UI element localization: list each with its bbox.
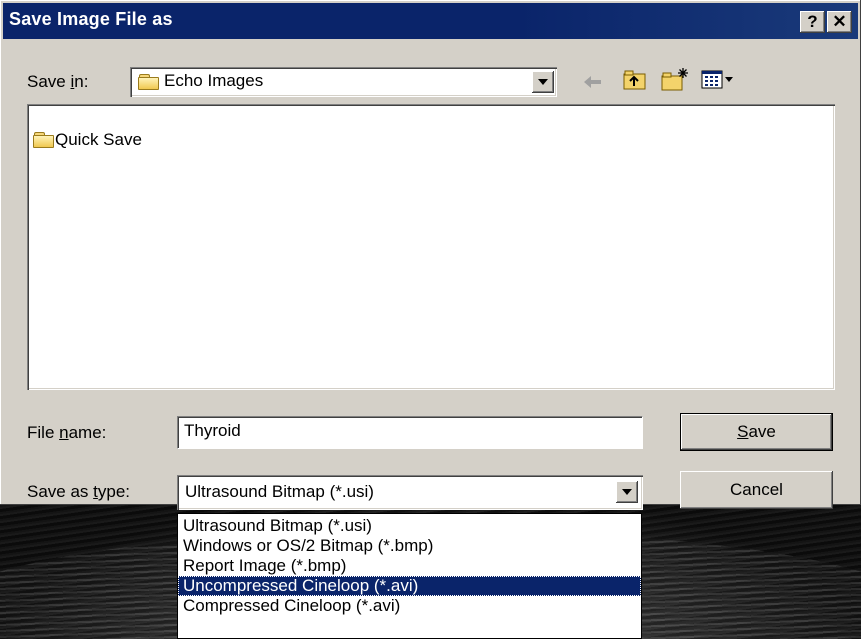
save-as-type-select[interactable]: Ultrasound Bitmap (*.usi) — [177, 475, 643, 510]
file-name-input[interactable]: Thyroid — [177, 416, 643, 449]
dropdown-option[interactable]: Ultrasound Bitmap (*.usi) — [178, 516, 641, 536]
file-name-label: File name: — [27, 423, 107, 442]
save-in-combo[interactable]: Echo Images — [130, 67, 557, 97]
window-title: Save Image File as — [9, 9, 173, 29]
dropdown-option[interactable]: Windows or OS/2 Bitmap (*.bmp) — [178, 536, 641, 556]
view-menu-icon[interactable] — [700, 68, 736, 92]
folder-icon — [138, 74, 159, 90]
save-button[interactable]: Save — [680, 413, 833, 451]
help-button[interactable]: ? — [800, 11, 825, 33]
save-as-type-label: Save as type: — [27, 482, 131, 501]
save-dialog: Save Image File as ? ✕ Save in: Echo Ima… — [0, 0, 861, 510]
list-item-label: Quick Save — [55, 130, 142, 149]
back-arrow-icon[interactable] — [581, 72, 605, 92]
save-in-label: Save in: — [27, 72, 89, 91]
save-as-type-value: Ultrasound Bitmap (*.usi) — [185, 482, 374, 501]
save-as-type-dropdown-arrow[interactable] — [616, 481, 638, 503]
dropdown-option[interactable]: Report Image (*.bmp) — [178, 556, 641, 576]
save-in-value: Echo Images — [164, 71, 264, 90]
save-in-dropdown-arrow[interactable] — [532, 71, 554, 93]
save-as-type-dropdown-list[interactable]: Ultrasound Bitmap (*.usi) Windows or OS/… — [177, 513, 642, 639]
close-button[interactable]: ✕ — [827, 11, 852, 33]
new-folder-icon[interactable] — [660, 66, 690, 92]
folder-icon — [33, 132, 54, 148]
title-bar: Save Image File as ? ✕ — [3, 3, 858, 39]
cancel-button[interactable]: Cancel — [680, 471, 833, 509]
file-list[interactable]: Quick Save — [27, 104, 835, 390]
up-folder-icon[interactable] — [622, 68, 648, 92]
dropdown-option[interactable]: Compressed Cineloop (*.avi) — [178, 596, 641, 616]
dropdown-option-selected[interactable]: Uncompressed Cineloop (*.avi) — [178, 576, 641, 596]
